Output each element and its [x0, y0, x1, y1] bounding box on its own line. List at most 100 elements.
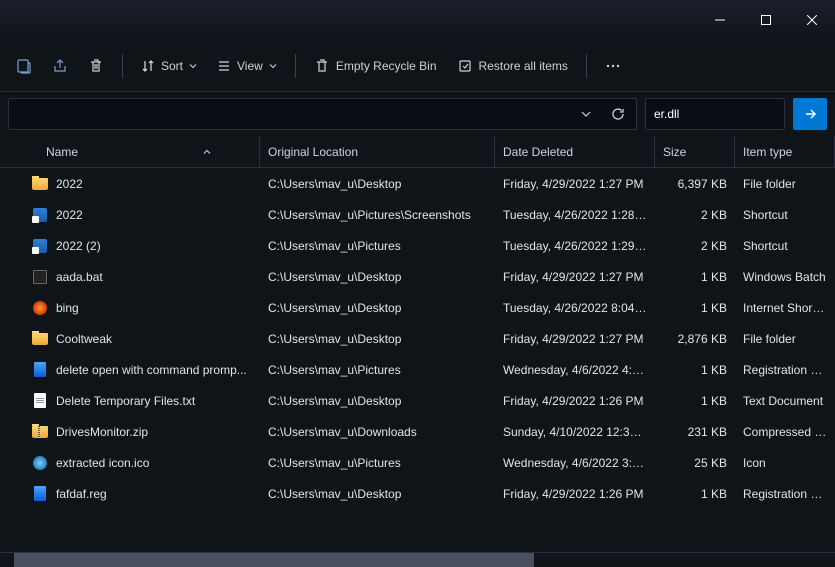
column-headers: Name Original Location Date Deleted Size… [0, 136, 835, 168]
restore-icon [457, 58, 473, 74]
file-date: Friday, 4/29/2022 1:26 PM [495, 394, 655, 408]
view-button[interactable]: View [209, 48, 285, 84]
view-icon [217, 59, 231, 73]
file-location: C:\Users\mav_u\Pictures [260, 363, 495, 377]
ellipsis-icon [605, 58, 621, 74]
horizontal-scrollbar[interactable] [0, 552, 835, 566]
file-list[interactable]: 2022C:\Users\mav_u\DesktopFriday, 4/29/2… [0, 168, 835, 552]
file-type: Text Document [735, 394, 835, 408]
file-type: Registration Entry [735, 363, 835, 377]
cut-button[interactable] [8, 48, 40, 84]
file-type: Compressed (zipped) [735, 425, 835, 439]
search-go-button[interactable] [793, 98, 827, 130]
minimize-button[interactable] [697, 4, 743, 36]
file-location: C:\Users\mav_u\Pictures\Screenshots [260, 208, 495, 222]
refresh-icon [611, 107, 625, 121]
file-size: 25 KB [655, 456, 735, 470]
refresh-button[interactable] [604, 100, 632, 128]
file-size: 1 KB [655, 301, 735, 315]
file-date: Friday, 4/29/2022 1:27 PM [495, 332, 655, 346]
file-size: 2 KB [655, 208, 735, 222]
file-date: Wednesday, 4/6/2022 3:58... [495, 456, 655, 470]
search-input[interactable] [654, 107, 809, 121]
trash-icon [88, 58, 104, 74]
restore-all-button[interactable]: Restore all items [449, 48, 576, 84]
table-row[interactable]: fafdaf.reg C:\Users\mav_u\DesktopFriday, … [0, 478, 835, 509]
table-row[interactable]: 2022 (2)C:\Users\mav_u\PicturesTuesday, … [0, 230, 835, 261]
table-row[interactable]: 2022C:\Users\mav_u\Pictures\ScreenshotsT… [0, 199, 835, 230]
table-row[interactable]: delete open with command promp... C:\User… [0, 354, 835, 385]
maximize-button[interactable] [743, 4, 789, 36]
file-type: Icon [735, 456, 835, 470]
file-location: C:\Users\mav_u\Desktop [260, 270, 495, 284]
sort-icon [141, 59, 155, 73]
file-date: Friday, 4/29/2022 1:27 PM [495, 270, 655, 284]
shortcut-icon [32, 207, 48, 223]
delete-button[interactable] [80, 48, 112, 84]
ico-icon [32, 455, 48, 471]
table-row[interactable]: bingC:\Users\mav_u\DesktopTuesday, 4/26/… [0, 292, 835, 323]
table-row[interactable]: aada.bat C:\Users\mav_u\DesktopFriday, 4/… [0, 261, 835, 292]
file-date: Friday, 4/29/2022 1:27 PM [495, 177, 655, 191]
file-location: C:\Users\mav_u\Desktop [260, 487, 495, 501]
file-name: bing [56, 301, 79, 315]
cut-icon [16, 58, 32, 74]
table-row[interactable]: DrivesMonitor.zip C:\Users\mav_u\Download… [0, 416, 835, 447]
file-type: File folder [735, 177, 835, 191]
table-row[interactable]: 2022C:\Users\mav_u\DesktopFriday, 4/29/2… [0, 168, 835, 199]
file-date: Tuesday, 4/26/2022 8:04 PM [495, 301, 655, 315]
file-date: Sunday, 4/10/2022 12:33 P... [495, 425, 655, 439]
file-location: C:\Users\mav_u\Pictures [260, 239, 495, 253]
share-button[interactable] [44, 48, 76, 84]
close-button[interactable] [789, 4, 835, 36]
column-header-location[interactable]: Original Location [260, 136, 495, 167]
file-type: Shortcut [735, 208, 835, 222]
file-name: Cooltweak [56, 332, 112, 346]
empty-recycle-bin-button[interactable]: Empty Recycle Bin [306, 48, 445, 84]
reg-icon [32, 486, 48, 502]
file-location: C:\Users\mav_u\Desktop [260, 394, 495, 408]
file-name: delete open with command promp... [56, 363, 247, 377]
column-header-type[interactable]: Item type [735, 136, 835, 167]
file-location: C:\Users\mav_u\Desktop [260, 332, 495, 346]
column-header-name[interactable]: Name [0, 136, 260, 167]
file-location: C:\Users\mav_u\Downloads [260, 425, 495, 439]
folder-icon [32, 176, 48, 192]
file-name: 2022 (2) [56, 239, 101, 253]
file-date: Tuesday, 4/26/2022 1:28 PM [495, 208, 655, 222]
view-label: View [237, 59, 263, 73]
chevron-down-icon [189, 62, 197, 70]
shortcut-icon [32, 238, 48, 254]
share-icon [52, 58, 68, 74]
history-dropdown[interactable] [572, 100, 600, 128]
more-button[interactable] [597, 48, 629, 84]
table-row[interactable]: extracted icon.icoC:\Users\mav_u\Picture… [0, 447, 835, 478]
file-size: 1 KB [655, 270, 735, 284]
separator [586, 54, 587, 78]
inet-icon [32, 300, 48, 316]
sort-asc-icon [203, 148, 211, 156]
file-location: C:\Users\mav_u\Desktop [260, 177, 495, 191]
file-name: aada.bat [56, 270, 103, 284]
sort-button[interactable]: Sort [133, 48, 205, 84]
zip-icon [32, 424, 48, 440]
column-header-size[interactable]: Size [655, 136, 735, 167]
trash-icon [314, 58, 330, 74]
file-location: C:\Users\mav_u\Pictures [260, 456, 495, 470]
separator [122, 54, 123, 78]
file-name: DrivesMonitor.zip [56, 425, 148, 439]
search-box[interactable] [645, 98, 785, 130]
file-type: File folder [735, 332, 835, 346]
file-size: 6,397 KB [655, 177, 735, 191]
file-name: fafdaf.reg [56, 487, 107, 501]
title-bar [0, 0, 835, 40]
folder-icon [32, 331, 48, 347]
file-date: Friday, 4/29/2022 1:26 PM [495, 487, 655, 501]
address-bar[interactable] [8, 98, 637, 130]
file-type: Shortcut [735, 239, 835, 253]
file-name: Delete Temporary Files.txt [56, 394, 195, 408]
separator [295, 54, 296, 78]
column-header-date[interactable]: Date Deleted [495, 136, 655, 167]
table-row[interactable]: Delete Temporary Files.txt C:\Users\mav_u… [0, 385, 835, 416]
table-row[interactable]: Cooltweak C:\Users\mav_u\DesktopFriday, 4… [0, 323, 835, 354]
